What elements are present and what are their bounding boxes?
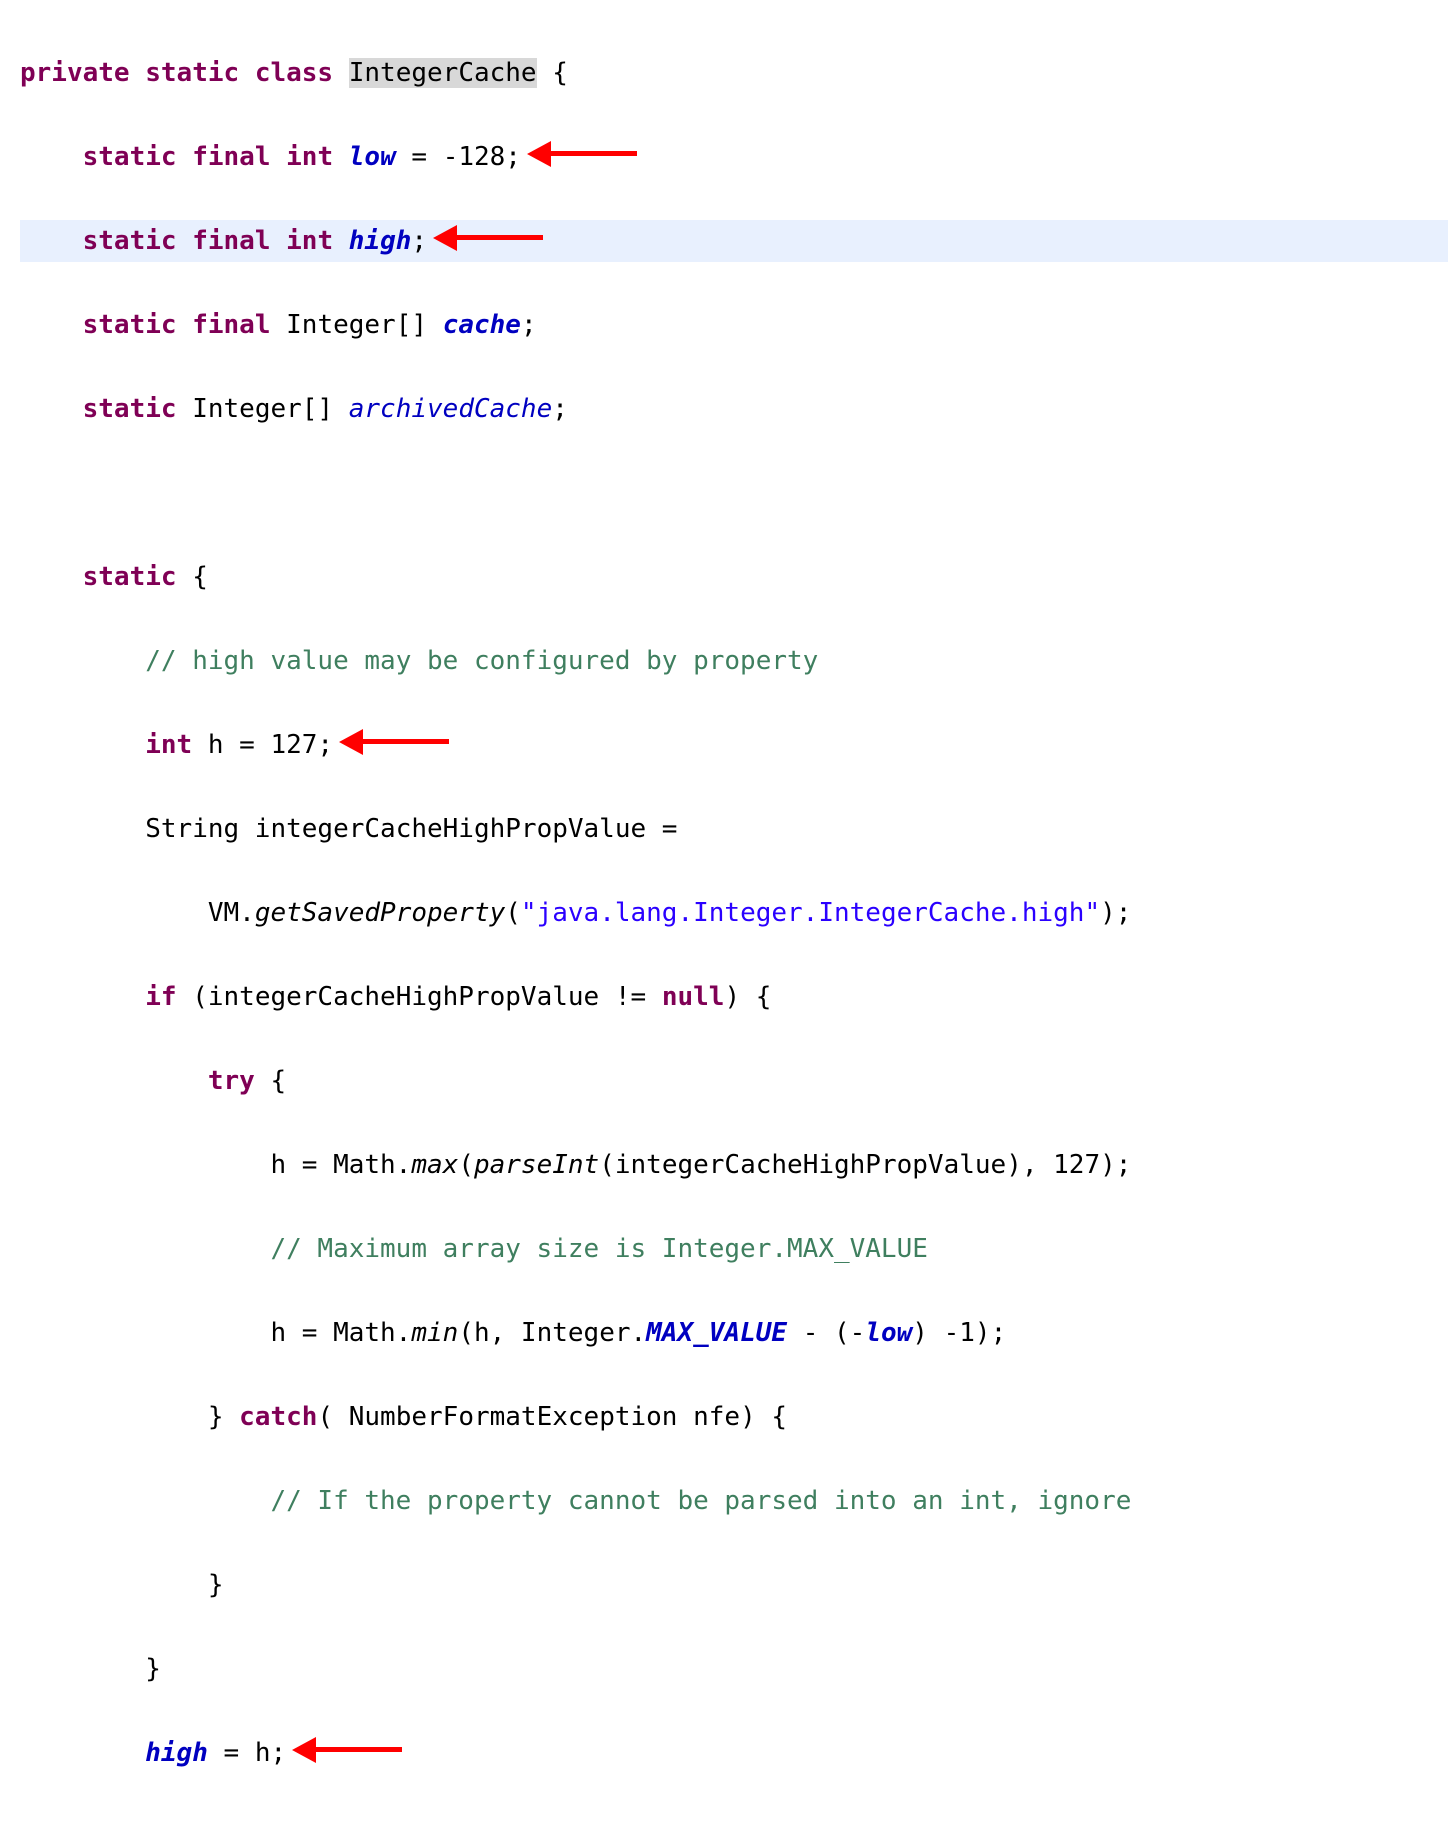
code-line: static final Integer[] cache; xyxy=(20,304,1448,346)
code-line: static final int low = -128; xyxy=(20,136,1448,178)
arrow-icon xyxy=(292,1735,402,1767)
arrow-icon xyxy=(433,223,543,255)
code-line: } xyxy=(20,1564,1448,1606)
code-line: h = Math.min(h, Integer.MAX_VALUE - (-lo… xyxy=(20,1312,1448,1354)
text: } xyxy=(145,1654,161,1684)
text: String integerCacheHighPropValue = xyxy=(145,814,677,844)
text: ; xyxy=(521,310,537,340)
keyword: static xyxy=(83,142,177,172)
keyword: static xyxy=(83,310,177,340)
code-line: int h = 127; xyxy=(20,724,1448,766)
keyword: int xyxy=(286,142,333,172)
code-line-highlighted: static final int high; xyxy=(20,220,1448,262)
field: MAX_VALUE xyxy=(646,1318,787,1348)
code-line: h = Math.max(parseInt(integerCacheHighPr… xyxy=(20,1144,1448,1186)
arrow-icon xyxy=(527,139,637,171)
keyword: final xyxy=(192,142,270,172)
keyword: static xyxy=(145,58,239,88)
text: VM. xyxy=(208,898,255,928)
code-line: } catch( NumberFormatException nfe) { xyxy=(20,1396,1448,1438)
code-line: String integerCacheHighPropValue = xyxy=(20,808,1448,850)
method: max xyxy=(411,1150,458,1180)
code-line: if (integerCacheHighPropValue != null) { xyxy=(20,976,1448,1018)
code-line: high = h; xyxy=(20,1732,1448,1774)
text: { xyxy=(255,1066,286,1096)
arrow-icon xyxy=(339,727,449,759)
text: { xyxy=(177,562,208,592)
keyword: class xyxy=(255,58,333,88)
text: (h, Integer. xyxy=(458,1318,646,1348)
text: = h; xyxy=(208,1738,286,1768)
keyword: static xyxy=(83,394,177,424)
keyword: final xyxy=(192,226,270,256)
keyword: static xyxy=(83,562,177,592)
selected-identifier: IntegerCache xyxy=(349,58,537,88)
text: { xyxy=(537,58,568,88)
text: Integer[] xyxy=(177,394,334,424)
keyword: catch xyxy=(239,1402,317,1432)
text: (integerCacheHighPropValue), 127); xyxy=(599,1150,1131,1180)
text: ; xyxy=(552,394,568,424)
field: archivedCache xyxy=(349,394,553,424)
text: ) { xyxy=(724,982,771,1012)
code-line xyxy=(20,472,1448,514)
code-line: } xyxy=(20,1648,1448,1690)
string: "java.lang.Integer.IntegerCache.high" xyxy=(521,898,1100,928)
comment: // Maximum array size is Integer.MAX_VAL… xyxy=(270,1234,927,1264)
comment: // If the property cannot be parsed into… xyxy=(270,1486,1131,1516)
code-line: static Integer[] archivedCache; xyxy=(20,388,1448,430)
text: - (- xyxy=(787,1318,865,1348)
text: ( xyxy=(458,1150,474,1180)
keyword: null xyxy=(662,982,725,1012)
text: ; xyxy=(411,226,427,256)
comment: // high value may be configured by prope… xyxy=(145,646,818,676)
text: ) -1); xyxy=(912,1318,1006,1348)
text: h = Math. xyxy=(270,1150,411,1180)
method: parseInt xyxy=(474,1150,599,1180)
code-block: private static class IntegerCache { stat… xyxy=(0,0,1448,1826)
code-line: VM.getSavedProperty("java.lang.Integer.I… xyxy=(20,892,1448,934)
code-line: try { xyxy=(20,1060,1448,1102)
field: high xyxy=(349,226,412,256)
text: = -128; xyxy=(396,142,521,172)
field: low xyxy=(349,142,396,172)
text: h = 127; xyxy=(192,730,333,760)
code-line: private static class IntegerCache { xyxy=(20,52,1448,94)
text: ( xyxy=(505,898,521,928)
keyword: int xyxy=(145,730,192,760)
text: ); xyxy=(1100,898,1131,928)
text: Integer[] xyxy=(270,310,427,340)
code-line: // Maximum array size is Integer.MAX_VAL… xyxy=(20,1228,1448,1270)
code-line: static { xyxy=(20,556,1448,598)
text: (integerCacheHighPropValue != xyxy=(177,982,662,1012)
code-line: // If the property cannot be parsed into… xyxy=(20,1480,1448,1522)
keyword: final xyxy=(192,310,270,340)
field: cache xyxy=(443,310,521,340)
keyword: private xyxy=(20,58,130,88)
text: } xyxy=(208,1402,239,1432)
keyword: if xyxy=(145,982,176,1012)
text: } xyxy=(208,1570,224,1600)
field: high xyxy=(145,1738,208,1768)
method: getSavedProperty xyxy=(255,898,505,928)
text: ( NumberFormatException nfe) { xyxy=(317,1402,787,1432)
field: low xyxy=(865,1318,912,1348)
text: h = Math. xyxy=(270,1318,411,1348)
code-line: // high value may be configured by prope… xyxy=(20,640,1448,682)
keyword: int xyxy=(286,226,333,256)
keyword: static xyxy=(83,226,177,256)
keyword: try xyxy=(208,1066,255,1096)
method: min xyxy=(411,1318,458,1348)
